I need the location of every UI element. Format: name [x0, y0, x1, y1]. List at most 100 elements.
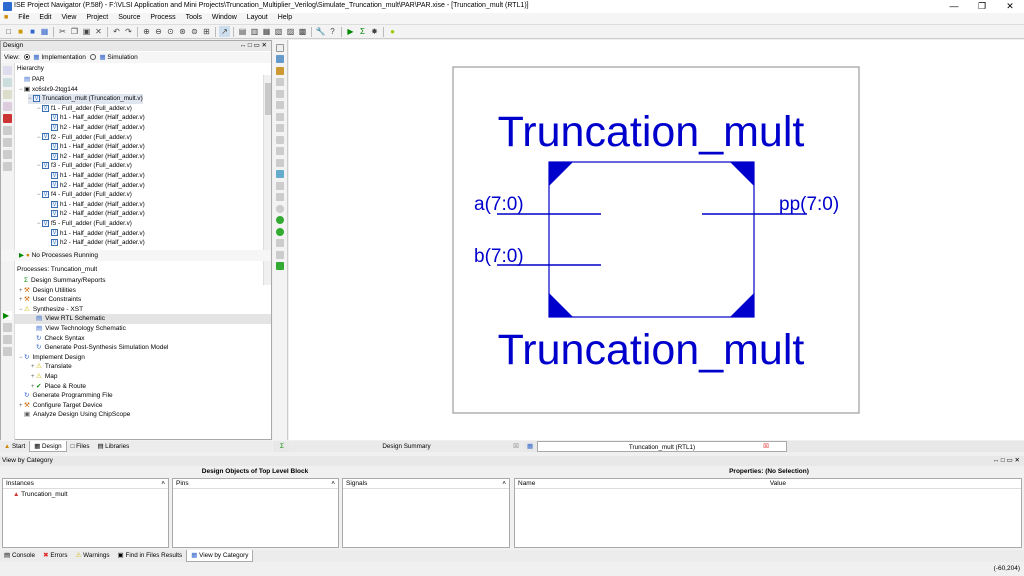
tree-item[interactable]: Vh2 - Half_adder (Half_adder.v) — [46, 209, 145, 219]
open-properties-icon[interactable] — [3, 114, 12, 123]
tab-view-by-category[interactable]: ▦ View by Category — [186, 550, 254, 562]
grid-icon[interactable] — [276, 135, 284, 144]
tab-design[interactable]: ▦ Design — [29, 441, 67, 452]
process-item[interactable]: ▤ View RTL Schematic — [15, 314, 271, 325]
target-icon[interactable]: ✸ — [369, 26, 380, 37]
tree-item[interactable]: Vh2 - Half_adder (Half_adder.v) — [46, 181, 145, 191]
menu-help[interactable]: Help — [274, 13, 296, 22]
process-view-icon[interactable] — [3, 335, 12, 344]
panel-controls-icon[interactable]: ↔ □ ▭ ✕ — [240, 41, 271, 51]
tree-item[interactable]: − Vf2 - Full_adder (Full_adder.v) — [37, 133, 132, 143]
window-panel-icon[interactable]: ▨ — [285, 26, 296, 37]
window-cascade-icon[interactable]: ▥ — [249, 26, 260, 37]
tree-item[interactable]: − Vf3 - Full_adder (Full_adder.v) — [37, 161, 132, 171]
tree-item[interactable]: Vh1 - Half_adder (Half_adder.v) — [46, 200, 145, 210]
tree-item[interactable]: Vh2 - Half_adder (Half_adder.v) — [46, 123, 145, 133]
new-source-icon[interactable] — [3, 66, 12, 75]
tab-start[interactable]: ▲ Start — [0, 441, 29, 452]
window-float-icon[interactable]: ▧ — [273, 26, 284, 37]
sort-icon[interactable] — [3, 162, 12, 171]
back-icon[interactable] — [276, 227, 284, 236]
add-symbol-icon[interactable] — [276, 66, 284, 75]
process-properties-icon[interactable] — [3, 323, 12, 332]
tab-libraries[interactable]: ▤ Libraries — [93, 441, 133, 452]
tree-item[interactable]: Vh1 - Half_adder (Half_adder.v) — [46, 171, 145, 181]
window-tile-icon[interactable]: ▤ — [237, 26, 248, 37]
zoom-full-icon[interactable]: ⊜ — [189, 26, 200, 37]
cut-icon[interactable]: ✂ — [57, 26, 68, 37]
add-copy-icon[interactable] — [3, 90, 12, 99]
tab-rtl-schematic[interactable]: Truncation_mult (RTL1) — [537, 441, 787, 452]
instances-header[interactable]: Instances ˄ — [3, 479, 168, 489]
zoom-in-icon[interactable]: ⊕ — [141, 26, 152, 37]
process-sort-icon[interactable] — [3, 347, 12, 356]
run-process-icon[interactable]: ▶ — [3, 311, 12, 320]
tab-files[interactable]: □ Files — [67, 441, 94, 452]
menu-project[interactable]: Project — [82, 13, 112, 22]
help-cursor-icon[interactable]: ? — [327, 26, 338, 37]
process-item[interactable]: Σ Design Summary/Reports — [15, 276, 271, 286]
process-item[interactable]: +⚠ Translate — [15, 362, 271, 372]
implementation-radio[interactable] — [23, 54, 30, 61]
undo-icon[interactable]: ↶ — [111, 26, 122, 37]
zoom-select-icon[interactable]: ⊞ — [201, 26, 212, 37]
app-menu-icon[interactable]: ■ — [0, 13, 12, 22]
open-folder-icon[interactable]: ■ — [15, 26, 26, 37]
scrollbar-thumb[interactable] — [265, 83, 271, 115]
rotate-icon[interactable] — [276, 101, 284, 109]
instance-icon[interactable] — [276, 147, 284, 155]
name-header[interactable]: Name — [518, 479, 768, 489]
process-item[interactable]: ▤ View Technology Schematic — [15, 324, 271, 334]
tree-item[interactable]: Vh2 - Half_adder (Half_adder.v) — [46, 238, 145, 248]
menu-view[interactable]: View — [57, 13, 80, 22]
simulation-radio[interactable] — [89, 54, 96, 61]
copy-icon[interactable]: ❐ — [69, 26, 80, 37]
process-item[interactable]: +⚒ Design Utilities — [15, 286, 271, 296]
save-icon[interactable]: ■ — [27, 26, 38, 37]
tree-item[interactable]: Vh1 - Half_adder (Half_adder.v) — [46, 229, 145, 239]
probe-icon[interactable] — [276, 193, 284, 201]
tree-item[interactable]: − Vf1 - Full_adder (Full_adder.v) — [37, 104, 132, 114]
signals-header[interactable]: Signals ˄ — [343, 479, 509, 489]
process-item[interactable]: +⚠ Map — [15, 372, 271, 382]
menu-window[interactable]: Window — [208, 13, 241, 22]
bottom-panel-controls-icon[interactable]: ↔ □ ▭ ✕ — [993, 456, 1024, 466]
instance-item[interactable]: ▲ Truncation_mult — [3, 489, 168, 500]
close-button[interactable]: ✕ — [996, 0, 1024, 13]
zoom-area-icon[interactable]: ⊛ — [177, 26, 188, 37]
tab-find-results[interactable]: ▣ Find in Files Results — [114, 550, 187, 562]
zoom-out-icon[interactable]: ⊖ — [153, 26, 164, 37]
redo-icon[interactable]: ↷ — [123, 26, 134, 37]
value-header[interactable]: Value — [770, 480, 786, 487]
tree-view-icon[interactable] — [3, 126, 12, 135]
process-item[interactable]: −↻ Implement Design — [15, 353, 271, 363]
pointer-icon[interactable]: ↗ — [219, 26, 230, 37]
process-item[interactable]: +⚒ User Constraints — [15, 295, 271, 305]
select-pointer-icon[interactable] — [276, 43, 284, 52]
forward-icon[interactable] — [276, 216, 284, 224]
pin-icon[interactable] — [276, 158, 284, 167]
menu-tools[interactable]: Tools — [182, 13, 206, 22]
tree-item[interactable]: − V Truncation_mult (Truncation_mult.v) — [28, 94, 143, 105]
add-source-icon[interactable] — [3, 78, 12, 87]
menu-source[interactable]: Source — [114, 13, 144, 22]
process-item[interactable]: ↻ Generate Post-Synthesis Simulation Mode… — [15, 343, 271, 353]
tab-errors[interactable]: ✖ Errors — [39, 550, 71, 562]
wrench-icon[interactable]: 🔧 — [315, 26, 326, 37]
remove-source-icon[interactable] — [3, 102, 12, 111]
expand-all-icon[interactable] — [3, 138, 12, 147]
tab-console[interactable]: ▤ Console — [0, 550, 39, 562]
highlight-icon[interactable] — [276, 250, 284, 259]
menu-edit[interactable]: Edit — [35, 13, 55, 22]
sigma-icon[interactable]: Σ — [357, 26, 368, 37]
tab-design-summary[interactable]: Design Summary — [289, 441, 524, 452]
add-net-icon[interactable] — [276, 78, 284, 86]
schematic-canvas[interactable]: Truncation_mult a(7:0) b(7:0) pp(7:0) Tr… — [289, 40, 1024, 440]
text-icon[interactable] — [276, 170, 284, 178]
collapse-all-icon[interactable] — [3, 150, 12, 159]
menu-process[interactable]: Process — [146, 13, 179, 22]
tree-item[interactable]: Vh2 - Half_adder (Half_adder.v) — [46, 152, 145, 162]
go-icon[interactable] — [276, 262, 284, 270]
menu-file[interactable]: File — [14, 13, 33, 22]
lightbulb-icon[interactable]: ● — [387, 26, 398, 37]
